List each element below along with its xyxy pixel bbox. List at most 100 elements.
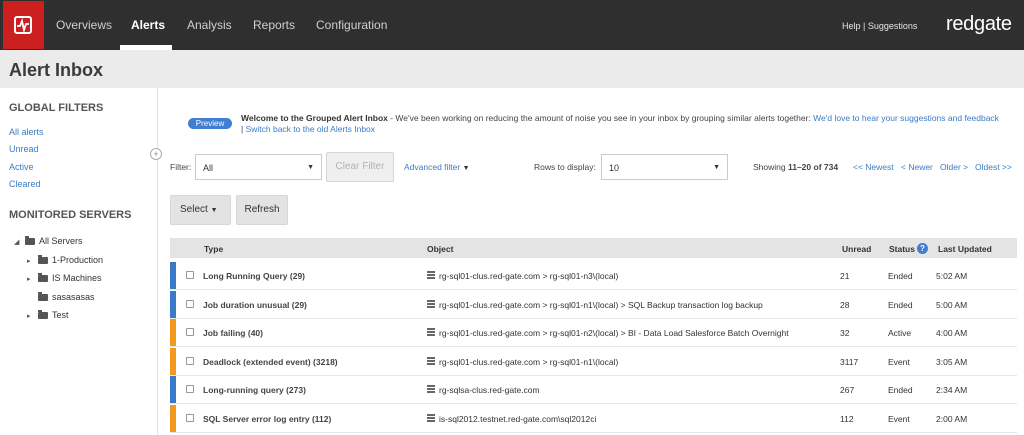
tree-label: All Servers xyxy=(39,236,83,246)
rows-display-select[interactable]: 10 ▼ xyxy=(601,154,728,180)
showing-range: 11–20 of 734 xyxy=(787,162,839,172)
last-updated: 4:00 AM xyxy=(936,328,968,338)
filter-all-alerts[interactable]: All alerts xyxy=(9,127,44,137)
row-checkbox[interactable] xyxy=(186,271,194,279)
nav-analysis[interactable]: Analysis xyxy=(187,18,232,32)
old-inbox-link[interactable]: Switch back to the old Alerts Inbox xyxy=(246,124,375,134)
older-link[interactable]: Older > xyxy=(940,162,968,172)
tree-label: sasasasas xyxy=(52,292,95,302)
tree-item-is-machines[interactable]: ▸ IS Machines xyxy=(27,273,102,283)
alert-object[interactable]: rg-sqlsa-clus.red-gate.com xyxy=(439,385,540,395)
severity-stripe xyxy=(170,262,176,289)
tree-label: IS Machines xyxy=(52,273,102,283)
alert-status: Ended xyxy=(888,385,913,395)
alert-object[interactable]: rg-sql01-clus.red-gate.com > rg-sql01-n1… xyxy=(439,357,618,367)
col-type[interactable]: Type xyxy=(204,244,223,254)
alert-object[interactable]: rg-sql01-clus.red-gate.com > rg-sql01-n3… xyxy=(439,271,618,281)
alert-type[interactable]: Job duration unusual (29) xyxy=(203,300,307,310)
brand-logo: redgate xyxy=(946,13,1012,35)
nav-reports[interactable]: Reports xyxy=(253,18,295,32)
newest-link[interactable]: << Newest xyxy=(853,162,894,172)
col-last-updated[interactable]: Last Updated xyxy=(938,244,992,254)
help-suggestions-link[interactable]: Help | Suggestions xyxy=(842,21,917,31)
server-icon xyxy=(427,413,435,423)
alert-type[interactable]: Long-running query (273) xyxy=(203,385,306,395)
tree-item-test[interactable]: ▸ Test xyxy=(27,310,69,320)
alert-status: Event xyxy=(888,413,910,424)
filter-cleared[interactable]: Cleared xyxy=(9,179,41,189)
col-unread[interactable]: Unread xyxy=(842,244,871,254)
caret-down-icon: ▼ xyxy=(462,165,470,172)
alert-object[interactable]: rg-sql01-clus.red-gate.com > rg-sql01-n1… xyxy=(439,300,763,310)
severity-stripe xyxy=(170,404,176,432)
clear-filter-button[interactable]: Clear Filter xyxy=(326,152,394,182)
oldest-link[interactable]: Oldest >> xyxy=(975,162,1012,172)
row-checkbox[interactable] xyxy=(186,356,194,365)
folder-icon xyxy=(25,236,35,245)
nav-overviews[interactable]: Overviews xyxy=(56,18,112,32)
unread-count: 21 xyxy=(840,271,850,281)
nav-configuration[interactable]: Configuration xyxy=(316,18,387,32)
table-header: Type Object Unread Status Last Updated xyxy=(170,238,1017,258)
pulse-icon xyxy=(14,16,32,34)
app-logo[interactable] xyxy=(3,1,44,49)
alert-type[interactable]: SQL Server error log entry (112) xyxy=(203,414,331,424)
server-icon xyxy=(427,328,435,337)
caret-right-icon[interactable]: ▸ xyxy=(27,275,35,283)
plus-icon: + xyxy=(153,149,159,159)
caret-down-icon[interactable]: ◢ xyxy=(14,238,22,246)
table-row[interactable]: Deadlock (extended event) (3218) rg-sql01… xyxy=(170,347,1017,376)
welcome-banner: Welcome to the Grouped Alert Inbox - We'… xyxy=(241,113,1001,135)
showing-prefix: Showing xyxy=(753,162,788,172)
collapse-sidebar-button[interactable]: + xyxy=(150,148,162,160)
severity-stripe xyxy=(170,290,176,318)
caret-right-icon[interactable]: ▸ xyxy=(27,257,35,265)
severity-stripe xyxy=(170,347,176,375)
alert-type[interactable]: Long Running Query (29) xyxy=(203,271,305,281)
last-updated: 5:00 AM xyxy=(936,299,968,310)
select-label: Select xyxy=(180,204,208,215)
row-checkbox[interactable] xyxy=(186,385,194,393)
refresh-button[interactable]: Refresh xyxy=(236,195,288,225)
top-nav: Overviews Alerts Analysis Reports Config… xyxy=(0,0,1024,50)
tree-item-sasasasas[interactable]: sasasasas xyxy=(35,292,95,302)
folder-icon xyxy=(38,310,48,319)
tree-label: 1-Production xyxy=(52,255,104,265)
feedback-link[interactable]: We'd love to hear your suggestions and f… xyxy=(813,113,999,123)
alert-type[interactable]: Job failing (40) xyxy=(203,328,263,338)
newer-link[interactable]: < Newer xyxy=(901,162,933,172)
page-title: Alert Inbox xyxy=(9,60,104,80)
folder-icon xyxy=(38,273,48,282)
alert-type[interactable]: Deadlock (extended event) (3218) xyxy=(203,357,338,367)
col-object[interactable]: Object xyxy=(427,244,453,254)
filter-active[interactable]: Active xyxy=(9,162,34,172)
alert-object[interactable]: rg-sql01-clus.red-gate.com > rg-sql01-n2… xyxy=(439,328,789,338)
advanced-filter-label: Advanced filter xyxy=(404,162,461,172)
advanced-filter-link[interactable]: Advanced filter ▼ xyxy=(404,162,470,172)
row-checkbox[interactable] xyxy=(186,328,194,336)
filter-select[interactable]: All ▼ xyxy=(195,154,322,180)
table-row[interactable]: Long-running query (273) rg-sqlsa-clus.re… xyxy=(170,376,1017,404)
table-row[interactable]: Job failing (40) rg-sql01-clus.red-gate.c… xyxy=(170,319,1017,347)
tree-item-1-production[interactable]: ▸ 1-Production xyxy=(27,255,103,265)
select-dropdown-button[interactable]: Select ▼ xyxy=(170,195,231,225)
last-updated: 2:00 AM xyxy=(936,413,968,424)
col-status[interactable]: Status xyxy=(889,244,915,254)
row-checkbox[interactable] xyxy=(186,413,194,422)
table-row[interactable]: Long Running Query (29) rg-sql01-clus.red… xyxy=(170,262,1017,290)
table-row[interactable]: Job duration unusual (29) rg-sql01-clus.r… xyxy=(170,290,1017,319)
table-row[interactable]: SQL Server error log entry (112) is-sql20… xyxy=(170,404,1017,433)
status-help-icon[interactable]: ? xyxy=(917,243,928,254)
filter-value: All xyxy=(203,163,214,173)
row-checkbox[interactable] xyxy=(186,299,194,308)
caret-right-icon[interactable]: ▸ xyxy=(27,312,35,320)
filter-unread[interactable]: Unread xyxy=(9,144,39,154)
caret-down-icon: ▼ xyxy=(210,207,218,214)
chevron-down-icon: ▼ xyxy=(713,164,720,171)
tree-item-all-servers[interactable]: ◢ All Servers xyxy=(14,236,83,246)
server-icon xyxy=(427,271,435,280)
nav-alerts[interactable]: Alerts xyxy=(131,18,165,32)
sidebar: GLOBAL FILTERS All alerts Unread Active … xyxy=(0,88,158,435)
alert-object[interactable]: is-sql2012.testnet.red-gate.com\sql2012c… xyxy=(439,414,596,424)
unread-count: 267 xyxy=(840,385,855,395)
